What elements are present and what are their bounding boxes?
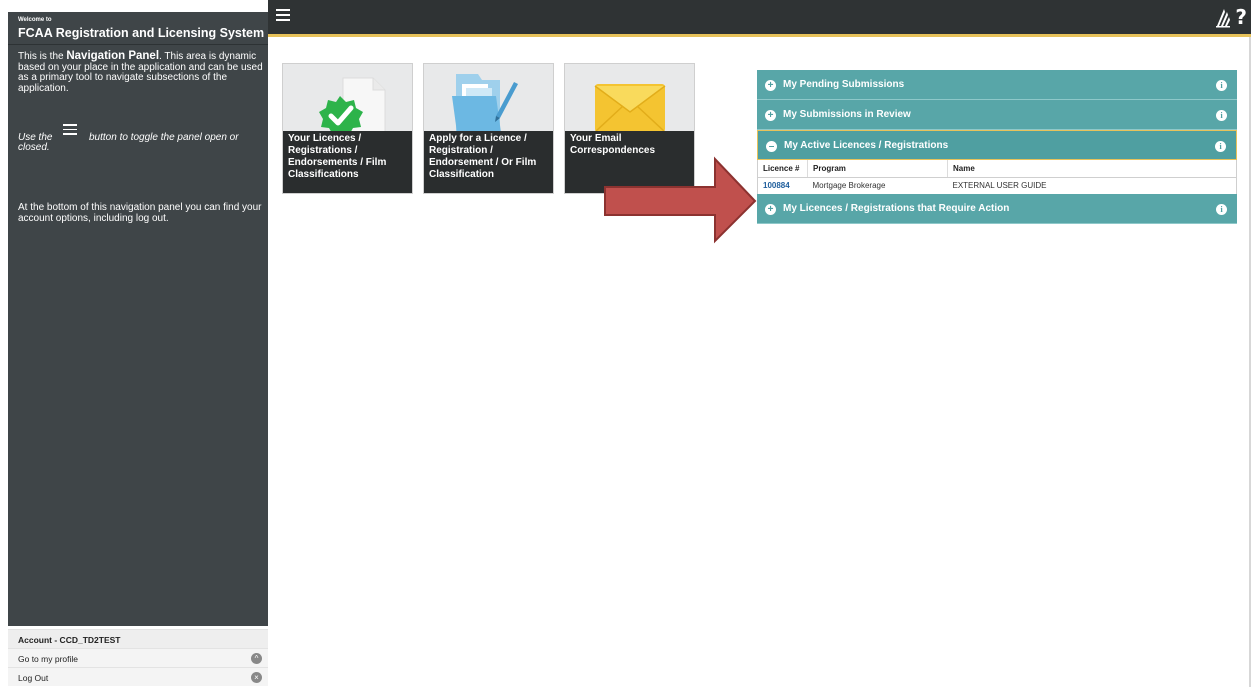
hamburger-icon[interactable] (276, 9, 290, 21)
column-header: Program (807, 160, 948, 178)
accordion-pending-submissions[interactable]: + My Pending Submissions i (757, 70, 1237, 100)
submissions-panel: + My Pending Submissions i + My Submissi… (757, 70, 1237, 224)
logo-icon (1216, 9, 1231, 28)
table-row: 100884 Mortgage Brokerage EXTERNAL USER … (758, 178, 1237, 195)
toggle-end: closed. (18, 142, 50, 153)
plus-icon: + (765, 204, 776, 215)
name-cell: EXTERNAL USER GUIDE (952, 181, 1047, 190)
log-out-link[interactable]: Log Out × (8, 667, 268, 686)
profile-label: Go to my profile (18, 654, 78, 664)
toggle-suffix: button to toggle the panel open or (89, 132, 239, 143)
tile-apply[interactable]: Apply for a Licence / Registration / End… (423, 63, 554, 194)
intro-prefix: This is the (18, 51, 67, 62)
logout-label: Log Out (18, 673, 49, 683)
accordion-label: My Active Licences / Registrations (784, 140, 949, 151)
accordion-label: My Pending Submissions (783, 79, 905, 90)
column-header: Licence # (757, 160, 808, 178)
intro-text: This is the Navigation Panel. This area … (18, 50, 263, 94)
info-icon[interactable]: i (1216, 80, 1227, 91)
licence-link[interactable]: 100884 (763, 181, 790, 190)
accordion-label: My Licences / Registrations that Require… (783, 203, 1010, 214)
accordion-require-action[interactable]: + My Licences / Registrations that Requi… (757, 194, 1237, 224)
top-bar (268, 0, 1251, 34)
divider (8, 44, 268, 45)
welcome-label: Welcome to (18, 17, 52, 23)
app-title: FCAA Registration and Licensing System (18, 26, 265, 40)
top-bar-icons: ? (1215, 4, 1247, 30)
plus-icon: + (765, 110, 776, 121)
navigation-panel: Welcome to FCAA Registration and Licensi… (0, 0, 268, 687)
go-to-profile-link[interactable]: Go to my profile ^ (8, 648, 268, 667)
account-panel: Account - CCD_TD2TEST Go to my profile ^… (8, 629, 268, 686)
tile-your-licences[interactable]: Your Licences / Registrations / Endorsem… (282, 63, 413, 194)
up-icon: ^ (251, 653, 262, 664)
column-header: Name (947, 160, 1237, 178)
account-header: Account - CCD_TD2TEST (8, 629, 268, 648)
minus-icon: – (766, 141, 777, 152)
help-icon[interactable]: ? (1235, 5, 1247, 29)
accordion-label: My Submissions in Review (783, 109, 911, 120)
accordion-submissions-in-review[interactable]: + My Submissions in Review i (757, 100, 1237, 130)
tile-label: Your Licences / Registrations / Endorsem… (283, 131, 412, 193)
callout-arrow (604, 156, 757, 244)
info-icon[interactable]: i (1216, 204, 1227, 215)
table-header-row: Licence # Program Name (757, 160, 1237, 178)
program-cell: Mortgage Brokerage (812, 181, 886, 190)
hamburger-icon (63, 124, 77, 136)
intro-bold: Navigation Panel (66, 50, 160, 62)
bottom-note: At the bottom of this navigation panel y… (18, 202, 262, 224)
accordion-active-licences[interactable]: – My Active Licences / Registrations i (757, 130, 1237, 160)
envelope-icon (594, 84, 666, 133)
navigation-panel-body: Welcome to FCAA Registration and Licensi… (8, 12, 268, 626)
folder-pen-icon (452, 74, 518, 140)
plus-icon: + (765, 80, 776, 91)
top-bar-accent (268, 34, 1251, 37)
info-icon[interactable]: i (1216, 110, 1227, 121)
close-icon: × (251, 672, 262, 683)
info-icon[interactable]: i (1215, 141, 1226, 152)
active-licences-table: Licence # Program Name 100884 Mortgage B… (757, 160, 1237, 194)
tile-label: Apply for a Licence / Registration / End… (424, 131, 553, 193)
